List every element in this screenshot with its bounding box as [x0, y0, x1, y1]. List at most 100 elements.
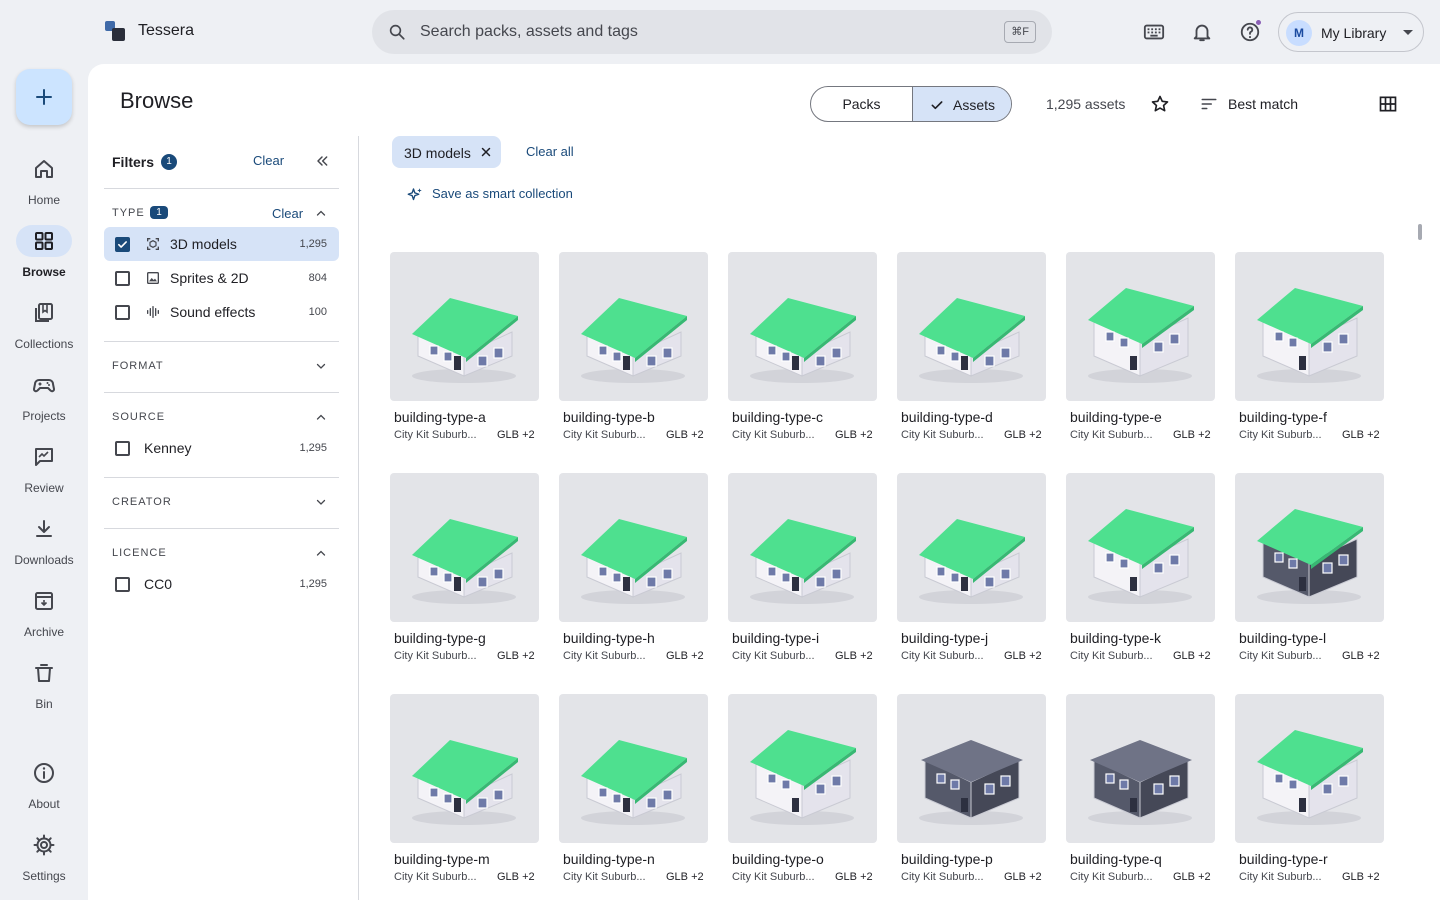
asset-thumbnail[interactable] — [897, 473, 1046, 622]
chevron-up-icon[interactable] — [315, 547, 327, 559]
asset-card[interactable]: building-type-q City Kit Suburb... GLB +2 — [1066, 694, 1215, 894]
asset-card[interactable]: building-type-j City Kit Suburb... GLB +2 — [897, 473, 1046, 673]
asset-formats: GLB +2 — [1342, 650, 1380, 662]
chevron-up-icon[interactable] — [315, 207, 327, 219]
toggle-assets[interactable]: Assets — [912, 87, 1011, 121]
asset-formats: GLB +2 — [1342, 871, 1380, 883]
asset-pack: City Kit Suburb... GLB +2 — [1070, 429, 1211, 441]
toggle-packs[interactable]: Packs — [811, 87, 912, 121]
asset-thumbnail[interactable] — [559, 694, 708, 843]
checkbox[interactable] — [115, 271, 130, 286]
asset-formats: GLB +2 — [497, 650, 535, 662]
sort-button[interactable]: Best match — [1200, 94, 1330, 114]
asset-thumbnail[interactable] — [1235, 252, 1384, 401]
asset-card[interactable]: building-type-g City Kit Suburb... GLB +2 — [390, 473, 539, 673]
nav-about[interactable]: About — [0, 757, 88, 821]
asset-card[interactable]: building-type-p City Kit Suburb... GLB +2 — [897, 694, 1046, 894]
asset-thumbnail[interactable] — [728, 252, 877, 401]
asset-card[interactable]: building-type-d City Kit Suburb... GLB +2 — [897, 252, 1046, 452]
scrollbar-thumb[interactable] — [1418, 224, 1422, 240]
asset-thumbnail[interactable] — [1066, 694, 1215, 843]
active-filter-chip[interactable]: 3D models — [392, 136, 501, 168]
asset-name: building-type-n — [563, 851, 655, 867]
star-icon[interactable] — [1150, 94, 1170, 114]
asset-card[interactable]: building-type-a City Kit Suburb... GLB +2 — [390, 252, 539, 452]
creator-section-title[interactable]: CREATOR — [112, 496, 172, 508]
asset-thumbnail[interactable] — [1235, 473, 1384, 622]
asset-thumbnail[interactable] — [390, 694, 539, 843]
asset-card[interactable]: building-type-k City Kit Suburb... GLB +2 — [1066, 473, 1215, 673]
asset-thumbnail[interactable] — [728, 694, 877, 843]
clear-all-button[interactable]: Clear all — [526, 144, 574, 159]
asset-name: building-type-p — [901, 851, 993, 867]
asset-pack: City Kit Suburb... GLB +2 — [901, 650, 1042, 662]
source-section-title[interactable]: SOURCE — [112, 411, 165, 423]
format-section-title[interactable]: FORMAT — [112, 360, 164, 372]
search-input[interactable] — [420, 10, 980, 54]
asset-thumbnail[interactable] — [1066, 473, 1215, 622]
asset-pack: City Kit Suburb... GLB +2 — [901, 429, 1042, 441]
chevron-down-icon[interactable] — [315, 496, 327, 508]
nav-archive[interactable]: Archive — [0, 585, 88, 649]
dropdown-caret-icon — [1403, 30, 1413, 35]
asset-pack-name: City Kit Suburb... — [563, 650, 646, 662]
asset-thumbnail[interactable] — [897, 252, 1046, 401]
asset-card[interactable]: building-type-e City Kit Suburb... GLB +2 — [1066, 252, 1215, 452]
keyboard-icon[interactable] — [1143, 20, 1165, 44]
asset-card[interactable]: building-type-m City Kit Suburb... GLB +2 — [390, 694, 539, 894]
filter-option-kenney[interactable]: Kenney 1,295 — [104, 431, 339, 465]
close-icon[interactable] — [480, 146, 492, 158]
checkbox[interactable] — [115, 441, 130, 456]
checkbox[interactable] — [115, 237, 130, 252]
nav-downloads[interactable]: Downloads — [0, 513, 88, 577]
licence-section-title[interactable]: LICENCE — [112, 547, 167, 559]
filter-option-sprites[interactable]: Sprites & 2D 804 — [104, 261, 339, 295]
nav-collections[interactable]: Collections — [0, 297, 88, 361]
asset-card[interactable]: building-type-n City Kit Suburb... GLB +2 — [559, 694, 708, 894]
asset-card[interactable]: building-type-b City Kit Suburb... GLB +2 — [559, 252, 708, 452]
asset-thumbnail[interactable] — [1235, 694, 1384, 843]
asset-formats: GLB +2 — [666, 429, 704, 441]
asset-formats: GLB +2 — [1342, 429, 1380, 441]
nav-bin[interactable]: Bin — [0, 657, 88, 721]
create-button[interactable] — [16, 69, 72, 125]
asset-card[interactable]: building-type-i City Kit Suburb... GLB +2 — [728, 473, 877, 673]
library-switcher[interactable]: M My Library — [1278, 12, 1424, 52]
asset-card[interactable]: building-type-o City Kit Suburb... GLB +2 — [728, 694, 877, 894]
chevron-down-icon[interactable] — [315, 360, 327, 372]
asset-card[interactable]: building-type-h City Kit Suburb... GLB +2 — [559, 473, 708, 673]
asset-card[interactable]: building-type-r City Kit Suburb... GLB +2 — [1235, 694, 1384, 894]
search-bar[interactable]: ⌘F — [372, 10, 1052, 54]
app-name: Tessera — [138, 22, 195, 39]
chevron-up-icon[interactable] — [315, 411, 327, 423]
asset-thumbnail[interactable] — [559, 473, 708, 622]
bell-icon[interactable] — [1191, 20, 1213, 44]
save-smart-collection-button[interactable]: Save as smart collection — [406, 184, 606, 204]
filter-option-3d-models[interactable]: 3D models 1,295 — [104, 227, 339, 261]
asset-thumbnail[interactable] — [728, 473, 877, 622]
asset-pack: City Kit Suburb... GLB +2 — [394, 650, 535, 662]
nav-home[interactable]: Home — [0, 153, 88, 217]
checkbox[interactable] — [115, 305, 130, 320]
nav-browse[interactable]: Browse — [0, 225, 88, 289]
checkbox[interactable] — [115, 577, 130, 592]
grid-view-icon[interactable] — [1378, 94, 1398, 114]
asset-card[interactable]: building-type-f City Kit Suburb... GLB +2 — [1235, 252, 1384, 452]
asset-card[interactable]: building-type-l City Kit Suburb... GLB +2 — [1235, 473, 1384, 673]
filter-option-cc0[interactable]: CC0 1,295 — [104, 567, 339, 601]
asset-thumbnail[interactable] — [559, 252, 708, 401]
asset-thumbnail[interactable] — [390, 473, 539, 622]
asset-card[interactable]: building-type-c City Kit Suburb... GLB +2 — [728, 252, 877, 452]
collapse-panel-icon[interactable] — [314, 153, 330, 169]
download-icon — [36, 520, 52, 537]
nav-review[interactable]: Review — [0, 441, 88, 505]
asset-thumbnail[interactable] — [390, 252, 539, 401]
asset-thumbnail[interactable] — [1066, 252, 1215, 401]
nav-projects[interactable]: Projects — [0, 369, 88, 433]
filter-option-sound[interactable]: Sound effects 100 — [104, 295, 339, 329]
filters-clear-button[interactable]: Clear — [253, 153, 284, 168]
type-clear-button[interactable]: Clear — [272, 206, 303, 221]
asset-formats: GLB +2 — [1173, 429, 1211, 441]
asset-thumbnail[interactable] — [897, 694, 1046, 843]
nav-settings[interactable]: Settings — [0, 829, 88, 893]
